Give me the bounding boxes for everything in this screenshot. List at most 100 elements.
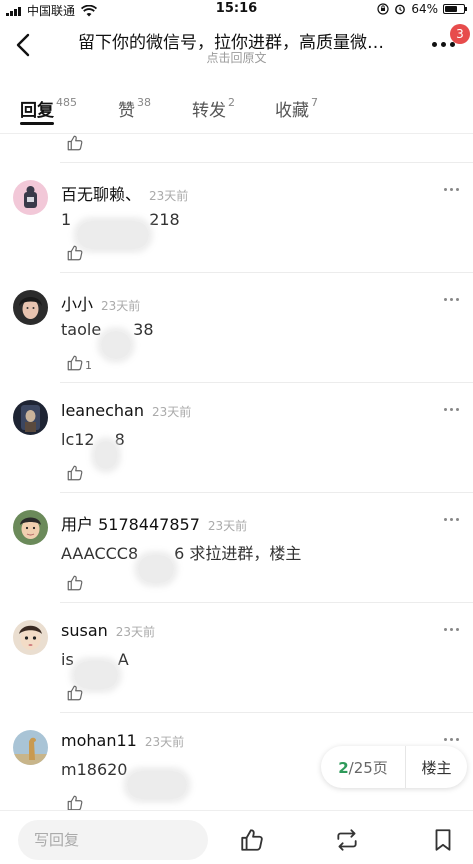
tab-label: 转发 — [192, 101, 226, 121]
reply-content: is A — [61, 650, 129, 689]
author-name: 百无聊赖、 — [61, 185, 142, 204]
reply-time: 23天前 — [144, 735, 185, 749]
avatar[interactable] — [13, 510, 48, 545]
content-text: is — [61, 650, 74, 669]
content-text: 8 — [114, 430, 125, 449]
content-text: taole — [61, 320, 102, 339]
reply-item: susan 23天前 is A — [0, 602, 473, 712]
tab-count: 38 — [137, 96, 151, 109]
divider — [60, 382, 473, 383]
nav-bar: 留下你的微信号，拉你进群，高质量微… 点击回原文 3 — [0, 22, 473, 70]
battery-icon — [443, 4, 467, 14]
tab-count: 7 — [311, 96, 318, 109]
like-button[interactable] — [66, 794, 85, 810]
divider — [60, 602, 473, 603]
op-only-button[interactable]: 楼主 — [406, 757, 467, 778]
tab-favorites[interactable]: 收藏 7 — [275, 96, 318, 121]
reply-author[interactable]: mohan11 23天前 — [61, 731, 184, 750]
reply-content: lc12 8 — [61, 430, 125, 469]
thumbs-up-icon — [67, 575, 83, 591]
thumbs-up-icon — [67, 355, 83, 371]
more-dots-icon[interactable] — [444, 188, 459, 191]
tab-label: 赞 — [118, 101, 135, 121]
repost-icon[interactable] — [334, 827, 360, 853]
content-text: lc12 — [61, 430, 95, 449]
content-text: 218 — [149, 210, 180, 229]
tab-bar: 回复 485 赞 38 转发 2 收藏 7 — [0, 90, 473, 134]
like-button[interactable] — [66, 684, 85, 702]
more-dots-icon[interactable] — [444, 628, 459, 631]
alarm-icon — [395, 4, 406, 15]
content-text: m18620 — [61, 760, 128, 779]
reply-content: taole 38 — [61, 320, 154, 359]
thumbs-up-icon[interactable] — [239, 827, 265, 853]
page-indicator[interactable]: 2/25页 — [321, 757, 405, 778]
tab-label: 收藏 — [275, 101, 309, 121]
thumbs-up-icon — [67, 685, 83, 701]
content-text: 38 — [133, 320, 154, 339]
like-button[interactable] — [66, 574, 85, 592]
author-name: 小小 — [61, 295, 94, 314]
tab-count: 2 — [228, 96, 235, 109]
divider — [60, 162, 473, 163]
thumbs-up-icon[interactable] — [66, 134, 84, 152]
reply-content: 1 218 — [61, 210, 180, 249]
reply-item: 百无聊赖、 23天前 1 218 — [0, 162, 473, 272]
tab-label: 回复 — [20, 101, 54, 121]
content-text: A — [117, 650, 129, 669]
avatar[interactable] — [13, 290, 48, 325]
author-name: leanechan — [61, 401, 144, 420]
tab-reposts[interactable]: 转发 2 — [192, 96, 235, 121]
total-pages: /25页 — [348, 758, 388, 777]
content-text: 6 求拉进群，楼主 — [174, 544, 302, 563]
reply-time: 23天前 — [151, 405, 192, 419]
reply-time: 23天前 — [115, 625, 156, 639]
avatar[interactable] — [13, 620, 48, 655]
reply-list: 百无聊赖、 23天前 1 218 小小 23天前 taole 38 1 leanecha… — [0, 134, 473, 810]
bookmark-icon[interactable] — [430, 827, 456, 853]
bottom-bar: 写回复 — [0, 810, 473, 864]
back-to-original-link[interactable]: 点击回原文 — [0, 49, 473, 66]
like-count: 1 — [85, 359, 92, 372]
notification-badge: 3 — [450, 24, 470, 44]
reply-time: 23天前 — [101, 299, 141, 313]
divider — [60, 272, 473, 273]
more-dots-icon[interactable] — [444, 408, 459, 411]
reply-author[interactable]: 百无聊赖、 23天前 — [61, 181, 188, 205]
more-dots-icon[interactable] — [444, 738, 459, 741]
divider — [60, 492, 473, 493]
like-button[interactable]: 1 — [66, 354, 92, 372]
status-bar: 中国联通 15:16 64% — [0, 0, 473, 20]
author-name: mohan11 — [61, 731, 137, 750]
thumbs-up-icon — [67, 465, 83, 481]
thumbs-up-icon — [67, 795, 83, 810]
reply-author[interactable]: susan 23天前 — [61, 621, 155, 640]
reply-content: AAACCC8 6 求拉进群，楼主 — [61, 540, 302, 583]
reply-content: m18620 — [61, 760, 188, 799]
reply-item: 用户 5178447857 23天前 AAACCC8 6 求拉进群，楼主 — [0, 492, 473, 602]
tab-count: 485 — [56, 96, 77, 109]
avatar[interactable] — [13, 730, 48, 765]
reply-item: 小小 23天前 taole 38 1 — [0, 272, 473, 382]
tab-likes[interactable]: 赞 38 — [118, 96, 151, 121]
thumbs-up-icon — [67, 245, 83, 261]
like-button[interactable] — [66, 244, 85, 262]
tab-active-indicator — [20, 122, 54, 125]
avatar[interactable] — [13, 400, 48, 435]
reply-author[interactable]: 用户 5178447857 23天前 — [61, 511, 247, 535]
content-text: 1 — [61, 210, 72, 229]
more-dots-icon[interactable] — [444, 298, 459, 301]
more-dots-icon[interactable] — [444, 518, 459, 521]
reply-time: 23天前 — [207, 519, 248, 533]
author-name: susan — [61, 621, 108, 640]
reply-author[interactable]: 小小 23天前 — [61, 291, 140, 315]
avatar[interactable] — [13, 180, 48, 215]
reply-input[interactable]: 写回复 — [18, 820, 208, 860]
tab-replies[interactable]: 回复 485 — [20, 96, 77, 121]
reply-time: 23天前 — [149, 189, 189, 203]
reply-item: leanechan 23天前 lc12 8 — [0, 382, 473, 492]
orientation-lock-icon — [377, 3, 389, 15]
reply-author[interactable]: leanechan 23天前 — [61, 401, 191, 420]
like-button[interactable] — [66, 464, 85, 482]
battery-percent: 64% — [411, 2, 438, 16]
